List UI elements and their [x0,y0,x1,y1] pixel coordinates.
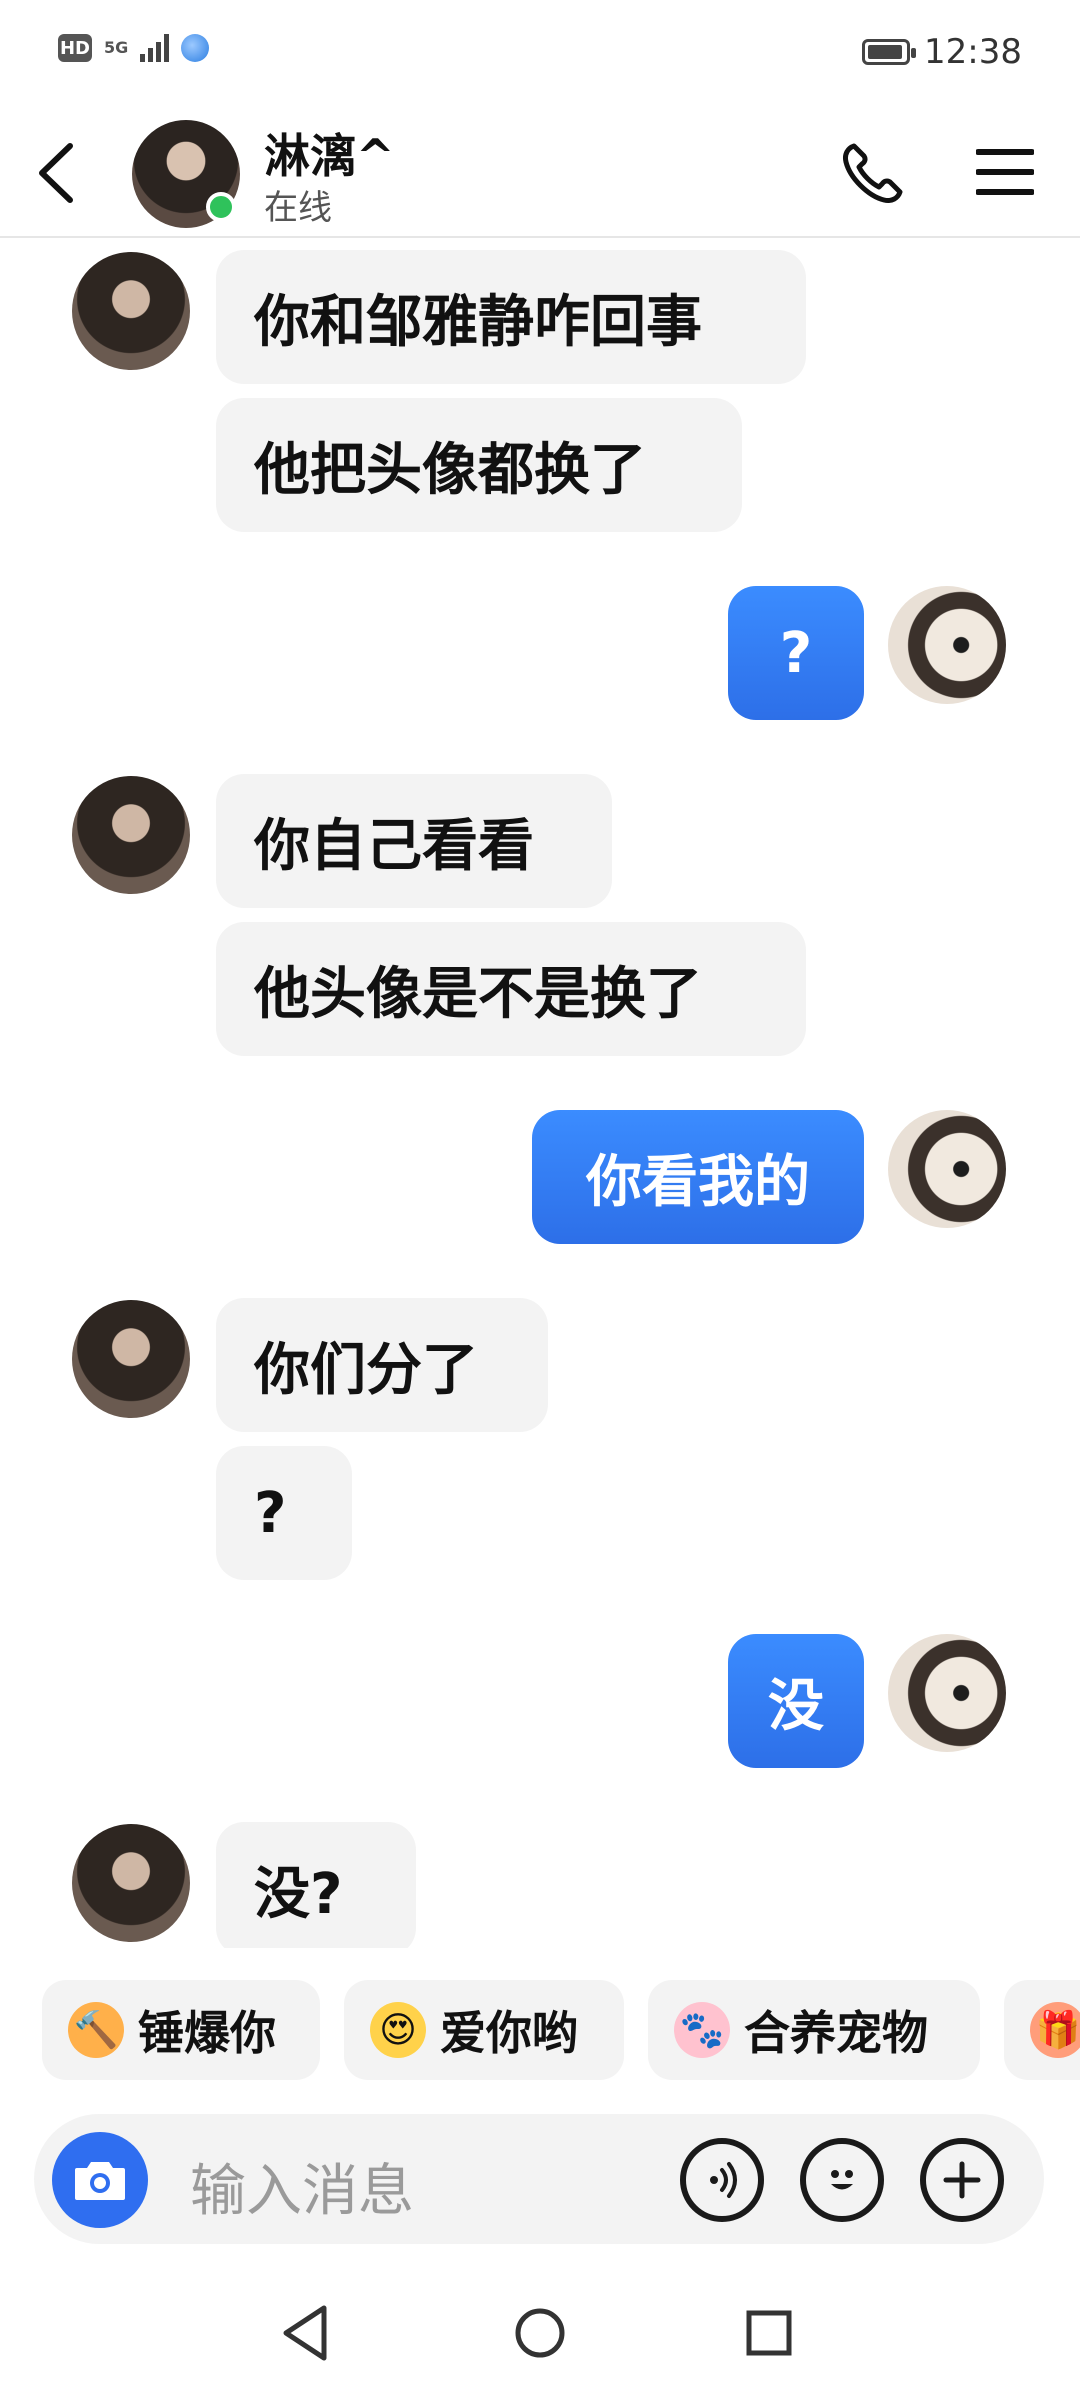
quick-reply-chip[interactable]: 🐾 合养宠物 [648,1980,980,2080]
message-input[interactable]: 输入消息 [190,2146,414,2227]
network-type: 5G [104,38,129,57]
message-bubble-in[interactable]: 他头像是不是换了 [216,922,806,1056]
friend-avatar[interactable] [72,1824,190,1942]
my-avatar[interactable] [888,586,1006,704]
quick-reply-chip[interactable]: 😍 爱你哟 [344,1980,624,2080]
battery-icon [862,39,917,65]
pet-emoji-icon: 🐾 [674,2002,730,2058]
browser-icon [181,34,210,62]
nav-back-icon[interactable] [272,2298,342,2368]
hammer-emoji-icon: 🔨 [68,2002,124,2058]
back-arrow-icon[interactable] [28,138,88,208]
quick-reply-label: 爱你哟 [440,2006,578,2060]
message-list[interactable]: 你和邹雅静咋回事 他把头像都换了 ? 你自己看看 他头像是不是换了 你看我的 你… [0,238,1080,1948]
status-bar: HD 5G 12:38 [0,0,1080,110]
friend-avatar[interactable] [72,252,190,370]
message-bubble-in[interactable]: 你自己看看 [216,774,612,908]
quick-reply-bar: 🔨 锤爆你 😍 爱你哟 🐾 合养宠物 🎁 [0,1980,1080,2088]
message-bubble-in[interactable]: 他把头像都换了 [216,398,742,532]
emoji-icon: 🎁 [1030,2002,1080,2058]
hd-badge: HD [58,34,92,62]
message-bubble-in[interactable]: 你和邹雅静咋回事 [216,250,806,384]
chat-header: 淋漓^ 在线 [0,110,1080,238]
nav-recents-icon[interactable] [734,2298,804,2368]
my-avatar[interactable] [888,1634,1006,1752]
message-bubble-in[interactable]: 你们分了 [216,1298,548,1432]
quick-reply-label: 合养宠物 [744,2006,928,2060]
online-indicator [206,192,236,222]
message-bubble-in[interactable]: ? [216,1446,352,1580]
emoji-button[interactable] [800,2138,884,2222]
message-bubble-out[interactable]: ? [728,586,864,720]
plus-icon [943,2161,981,2199]
camera-icon [75,2162,125,2200]
contact-name: 淋漓^ [264,129,395,183]
clock: 12:38 [924,32,1022,72]
friend-avatar[interactable] [72,1300,190,1418]
nav-home-icon[interactable] [505,2298,575,2368]
add-button[interactable] [920,2138,1004,2222]
message-bubble-out[interactable]: 没 [728,1634,864,1768]
menu-icon[interactable] [976,146,1034,198]
voice-button[interactable] [680,2138,764,2222]
quick-reply-label: 锤爆你 [138,2006,276,2060]
voice-icon [710,2162,737,2198]
heart-eyes-emoji-icon: 😍 [370,2002,426,2058]
friend-avatar[interactable] [72,776,190,894]
camera-button[interactable] [52,2132,148,2228]
quick-reply-chip-partial[interactable]: 🎁 [1004,1980,1080,2080]
phone-icon[interactable] [840,140,906,206]
system-nav-bar [0,2280,1080,2388]
my-avatar[interactable] [888,1110,1006,1228]
quick-reply-chip[interactable]: 🔨 锤爆你 [42,1980,320,2080]
message-bubble-in[interactable]: 没? [216,1822,416,1948]
signal-icon [140,34,170,62]
smiley-icon [831,2170,853,2190]
message-input-bar: 输入消息 [34,2114,1044,2244]
message-bubble-out[interactable]: 你看我的 [532,1110,864,1244]
contact-status: 在线 [264,188,332,228]
